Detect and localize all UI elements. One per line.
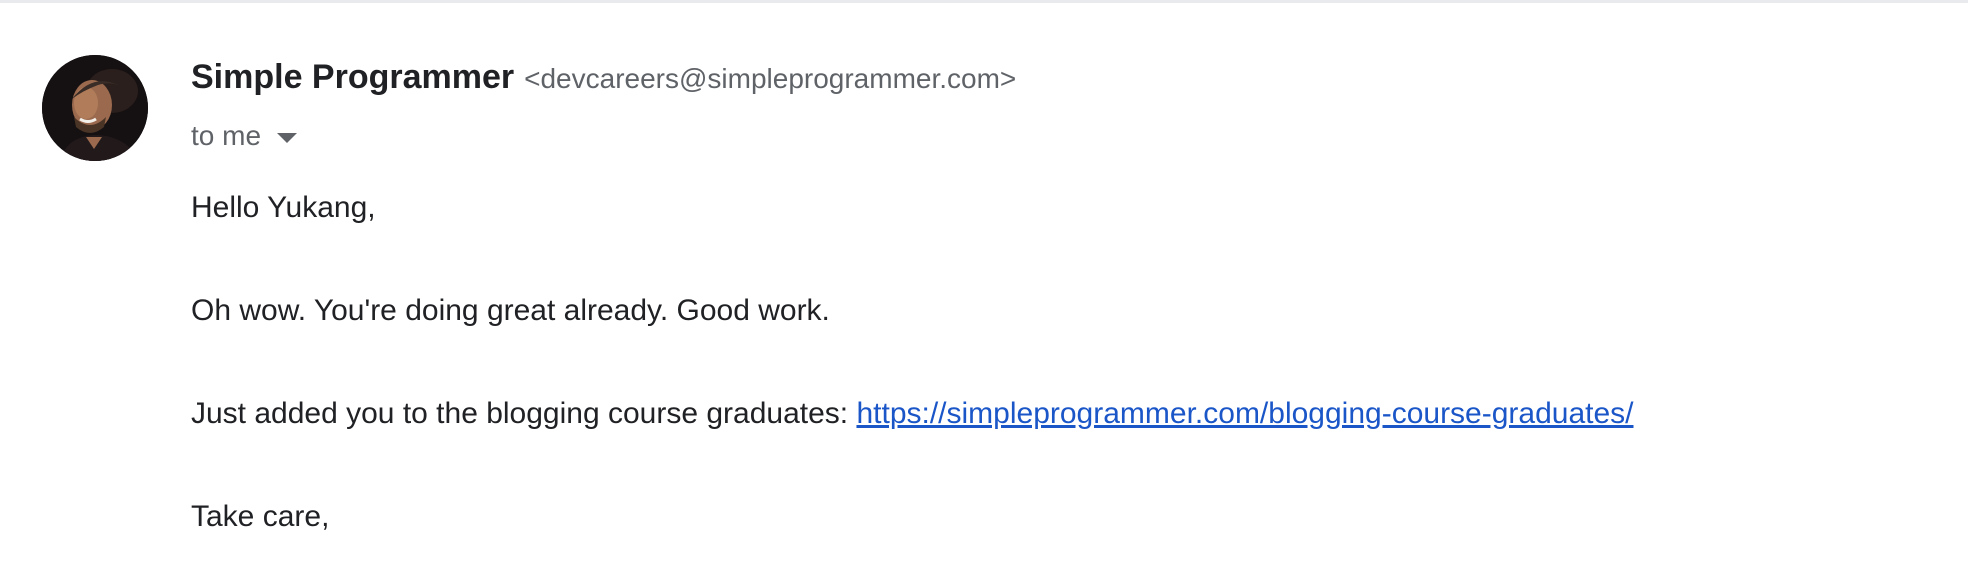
- graduates-link[interactable]: https://simpleprogrammer.com/blogging-co…: [856, 397, 1633, 430]
- sender-email: <devcareers@simpleprogrammer.com>: [524, 63, 1017, 94]
- sender-avatar[interactable]: [42, 55, 148, 161]
- message-greeting: Hello Yukang,: [191, 191, 376, 224]
- recipient-label: to me: [191, 120, 262, 151]
- caret-down-icon[interactable]: [277, 133, 298, 143]
- top-divider: [0, 0, 1968, 3]
- message-paragraph: Oh wow. You're doing great already. Good…: [191, 294, 830, 327]
- message-paragraph-text: Just added you to the blogging course gr…: [191, 397, 857, 430]
- message-paragraph-with-link: Just added you to the blogging course gr…: [191, 394, 1634, 434]
- sender-photo-icon: [42, 55, 148, 161]
- recipient-details-toggle[interactable]: to me: [191, 116, 298, 156]
- message-header: Simple Programmer <devcareers@simpleprog…: [191, 58, 1016, 108]
- message-closing: Take care,: [191, 500, 330, 533]
- sender-name[interactable]: Simple Programmer: [191, 58, 514, 97]
